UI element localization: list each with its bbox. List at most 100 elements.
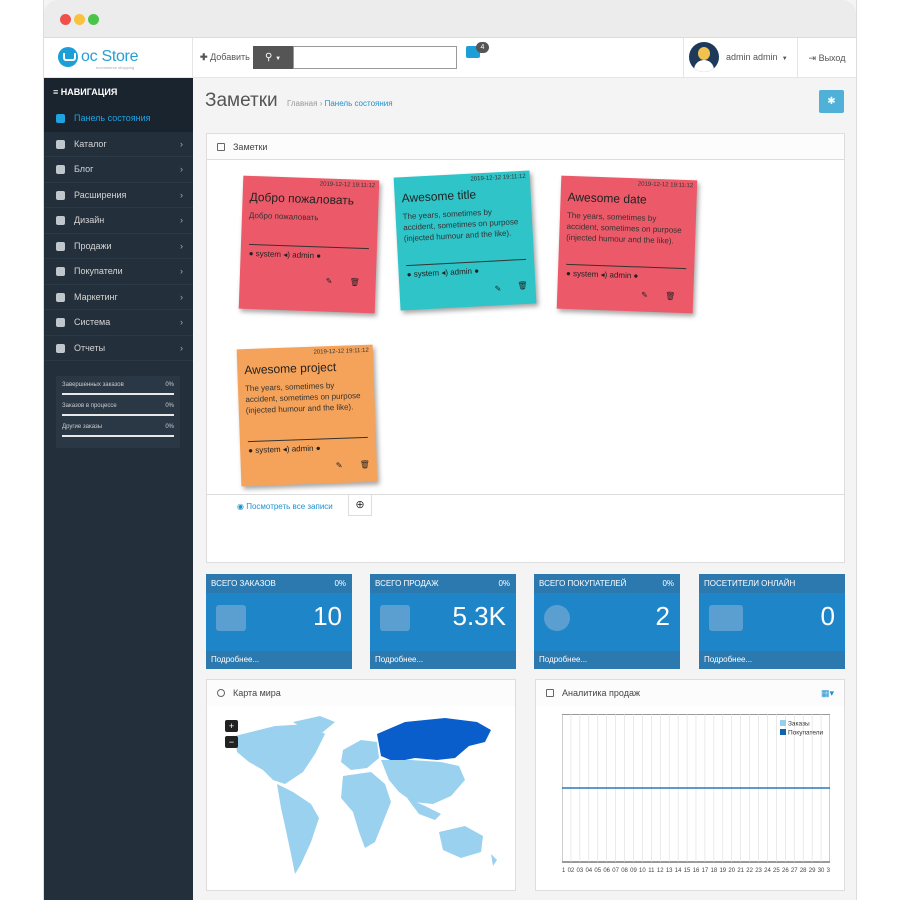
volume-icon: ◂) [283, 250, 291, 260]
user-icon: ● [406, 269, 412, 280]
x-tick-label: 13 [666, 868, 673, 874]
sidebar-item-blog[interactable]: Блог › [44, 157, 193, 183]
search-dropdown-button[interactable]: ⚲ ▼ [253, 46, 293, 69]
map-asia[interactable] [381, 760, 465, 804]
map-africa[interactable] [341, 772, 391, 848]
map-new-zealand[interactable] [491, 854, 497, 866]
close-window-icon[interactable] [60, 14, 71, 25]
add-note-button[interactable]: ⊕ [348, 494, 372, 516]
zoom-in-button[interactable]: + [225, 720, 238, 732]
sidebar-item-system[interactable]: Система › [44, 310, 193, 336]
x-tick-label: 05 [594, 868, 601, 874]
x-tick-label: 26 [782, 868, 789, 874]
sidebar-item-extensions[interactable]: Расширения › [44, 183, 193, 208]
breadcrumb-current[interactable]: Панель состояния [325, 99, 393, 108]
add-button[interactable]: ✚ Добавить [200, 52, 250, 63]
user-menu[interactable]: admin admin ▼ [683, 38, 797, 78]
bar-chart-icon [56, 343, 65, 353]
edit-icon[interactable]: ✎ [641, 291, 648, 300]
user-icon: ● [248, 248, 254, 259]
x-tick-label: 08 [621, 868, 628, 874]
puzzle-icon [56, 190, 65, 200]
credit-card-icon [380, 605, 410, 631]
trash-icon[interactable]: 🗑 [360, 460, 370, 469]
divider [207, 494, 844, 495]
logout-button[interactable]: ⇥ Выход [797, 38, 856, 78]
main-content: Заметки Главная › Панель состояния ✱ Зам… [193, 78, 856, 900]
user-icon: ● [316, 251, 322, 261]
caret-down-icon: ▼ [275, 56, 282, 62]
maximize-window-icon[interactable] [88, 14, 99, 25]
sidebar-item-dashboard[interactable]: Панель состояния [44, 106, 193, 132]
tile-percent: 0% [498, 579, 510, 588]
tile-more-link[interactable]: Подробнее... [699, 651, 845, 669]
sidebar-title[interactable]: ≡ НАВИГАЦИЯ [44, 78, 193, 106]
user-icon [544, 605, 570, 631]
sidebar-item-customers[interactable]: Покупатели › [44, 259, 193, 285]
breadcrumb: Главная › Панель состояния [287, 99, 393, 108]
calendar-dropdown-icon[interactable]: ▦▾ [821, 680, 834, 706]
window-chrome [44, 0, 856, 38]
note-date: 2019-12-12 19:11:12 [637, 181, 694, 190]
user-icon: ● [565, 268, 571, 279]
chevron-right-icon: › [180, 266, 183, 276]
tile-more-link[interactable]: Подробнее... [370, 651, 516, 669]
book-icon [56, 165, 65, 174]
tile-title: ВСЕГО ПОКУПАТЕЛЕЙ [539, 579, 627, 588]
volume-icon: ◂) [282, 444, 290, 454]
x-tick-label: 29 [809, 868, 816, 874]
minimize-window-icon[interactable] [74, 14, 85, 25]
breadcrumb-separator: › [319, 99, 323, 108]
settings-button[interactable]: ✱ [819, 90, 844, 113]
world-map[interactable]: + − [215, 714, 511, 885]
note-text: The years, sometimes by accident, someti… [566, 210, 682, 246]
chevron-right-icon: › [180, 164, 183, 174]
x-tick-label: 25 [773, 868, 780, 874]
sidebar-item-reports[interactable]: Отчеты › [44, 336, 193, 361]
store-logo[interactable]: oc Store ecommerce shopping [44, 38, 193, 78]
note-owner: admin [291, 443, 314, 454]
tags-icon [56, 139, 65, 149]
progress-value: 0% [165, 382, 174, 388]
zoom-out-button[interactable]: − [225, 736, 238, 748]
view-all-notes-link[interactable]: ◉ Посмотреть все записи [237, 502, 333, 511]
sidebar-item-design[interactable]: Дизайн › [44, 208, 193, 234]
chevron-right-icon: › [180, 342, 183, 353]
legend-label: Покупатели [788, 730, 824, 737]
map-south-america[interactable] [277, 784, 319, 874]
tile-more-link[interactable]: Подробнее... [534, 651, 680, 669]
tile-value: 0 [820, 601, 835, 631]
note-author: system [255, 249, 282, 260]
user-icon: ● [473, 266, 480, 276]
sidebar-item-marketing[interactable]: Маркетинг › [44, 285, 193, 310]
browser-frame: oc Store ecommerce shopping ✚ Добавить ⚲… [43, 0, 857, 900]
search-input[interactable] [293, 46, 457, 69]
map-north-america[interactable] [235, 724, 325, 784]
trash-icon[interactable]: 🗑 [665, 291, 675, 300]
cart-icon [216, 605, 246, 631]
edit-icon[interactable]: ✎ [494, 284, 501, 293]
map-russia[interactable] [377, 718, 491, 762]
note-owner: admin [292, 250, 315, 261]
edit-icon[interactable]: ✎ [336, 461, 343, 470]
panel-title: Карта мира [233, 688, 281, 698]
trash-icon[interactable]: 🗑 [517, 281, 528, 291]
map-europe[interactable] [341, 740, 379, 770]
note-card: 2019-12-12 19:11:12 Awesome date The yea… [556, 175, 698, 314]
breadcrumb-home[interactable]: Главная [287, 99, 317, 108]
sidebar-item-label: Блог [74, 164, 94, 174]
note-text: The years, sometimes by accident, someti… [244, 381, 361, 416]
edit-icon[interactable]: ✎ [326, 277, 333, 286]
logo-subtitle: ecommerce shopping [96, 65, 135, 70]
sidebar-item-catalog[interactable]: Каталог › [44, 132, 193, 157]
tile-more-link[interactable]: Подробнее... [206, 651, 352, 669]
x-tick-label: 17 [702, 868, 709, 874]
top-header: oc Store ecommerce shopping ✚ Добавить ⚲… [44, 38, 856, 78]
note-title: Awesome date [567, 189, 647, 207]
trash-icon[interactable]: 🗑 [350, 277, 360, 286]
sidebar-item-sales[interactable]: Продажи › [44, 234, 193, 259]
note-date: 2019-12-12 19:11:12 [313, 347, 369, 356]
panel-heading: Карта мира [207, 680, 515, 706]
sales-chart: 0102030405060708091011121314151617181920… [548, 712, 834, 874]
map-australia[interactable] [439, 826, 483, 858]
